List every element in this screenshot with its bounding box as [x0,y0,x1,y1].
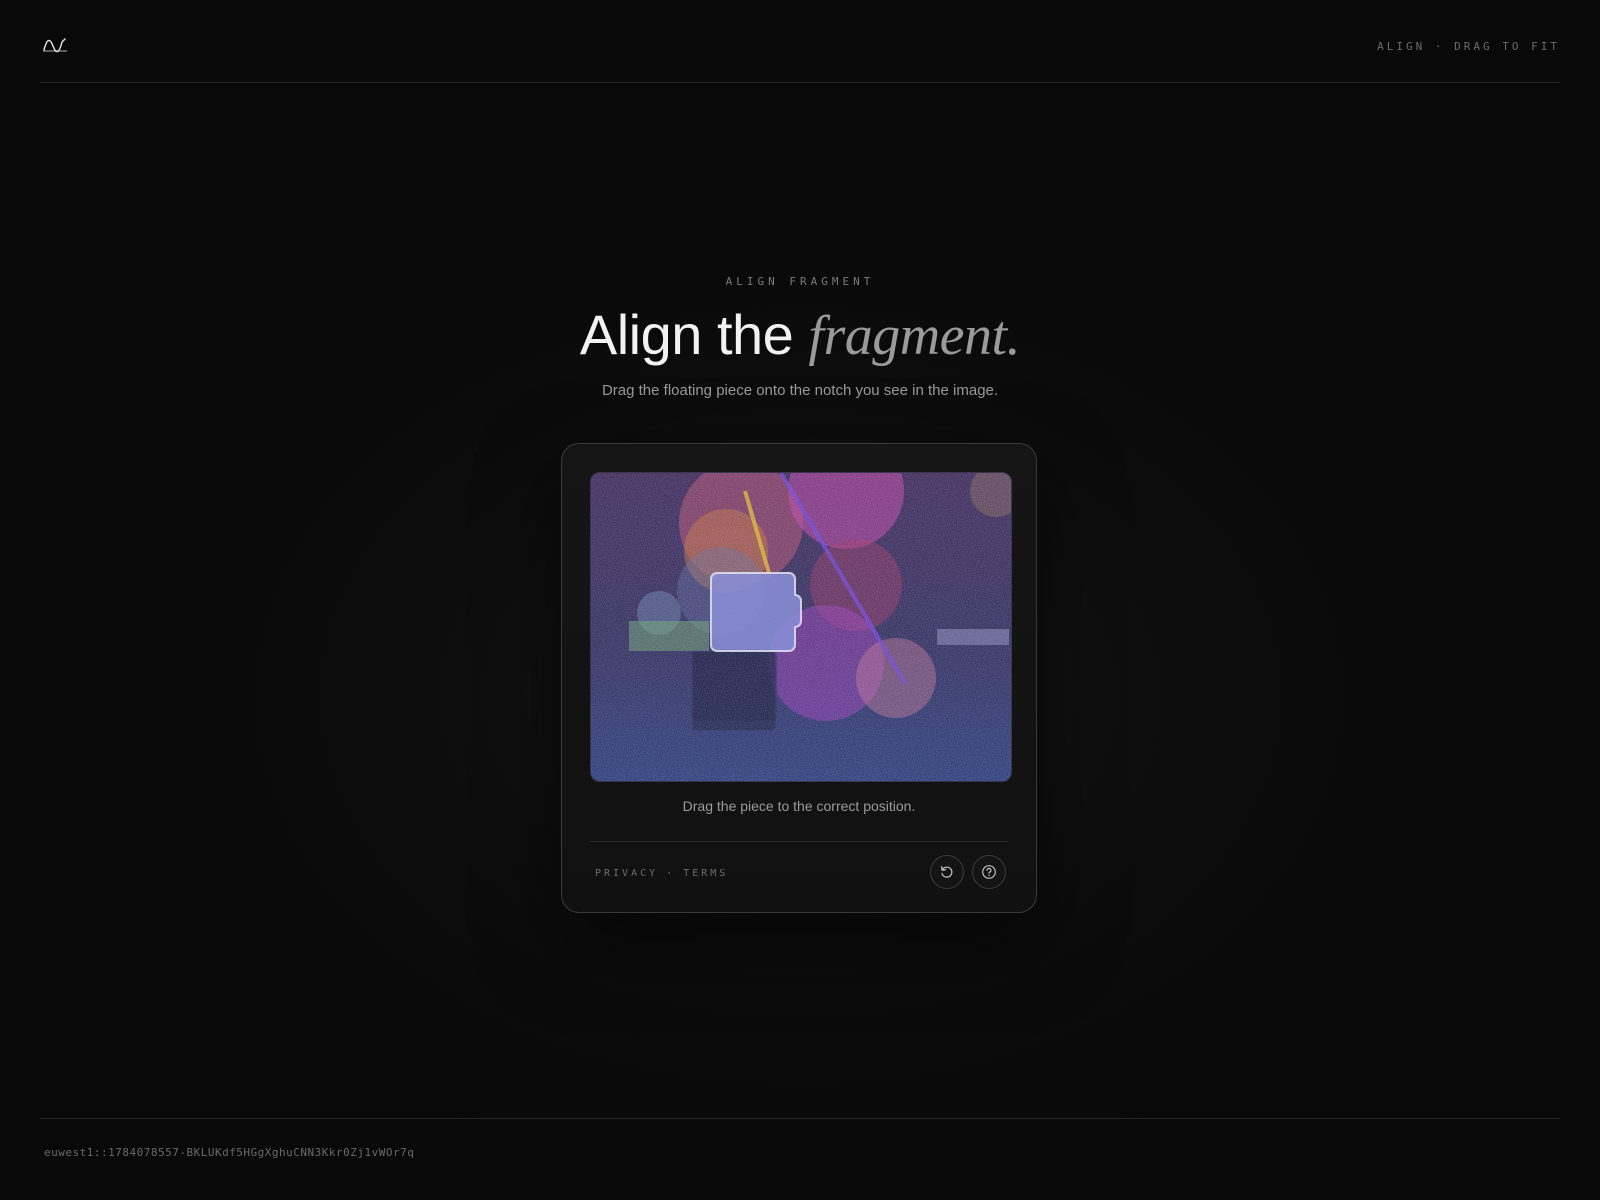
wave-logo-icon [43,38,67,53]
eyebrow-label: ALIGN FRAGMENT [725,275,875,288]
puzzle-piece[interactable] [710,572,802,652]
link-separator: · [666,868,676,879]
puzzle-image [591,473,1011,781]
header-tagline: ALIGN · DRAG TO FIT [1377,40,1560,53]
page-subtitle: Drag the floating piece onto the notch y… [601,382,999,399]
help-button[interactable] [972,855,1006,889]
top-bar: ALIGN · DRAG TO FIT [40,0,1560,83]
page-title: Align the fragment. [0,300,1600,371]
footer-divider [40,1118,1560,1119]
legal-links: PRIVACY · TERMS [595,868,728,879]
page: ALIGN · DRAG TO FIT ALIGN FRAGMENT Align… [0,0,1600,1200]
puzzle-canvas[interactable] [590,472,1012,782]
refresh-button[interactable] [930,855,964,889]
session-id: euwest1::1784078557-BKLUKdf5HGgXghuCNN3K… [44,1146,415,1159]
terms-link[interactable]: TERMS [683,868,728,879]
title-accent: fragment. [808,305,1021,367]
title-plain: Align the [579,303,809,366]
help-icon [982,865,996,879]
captcha-card: Drag the piece to the correct position. … [561,443,1037,913]
card-divider [590,841,1008,842]
privacy-link[interactable]: PRIVACY [595,868,658,879]
challenge-instruction: Drag the piece to the correct position. [682,798,916,814]
refresh-icon [940,866,953,878]
